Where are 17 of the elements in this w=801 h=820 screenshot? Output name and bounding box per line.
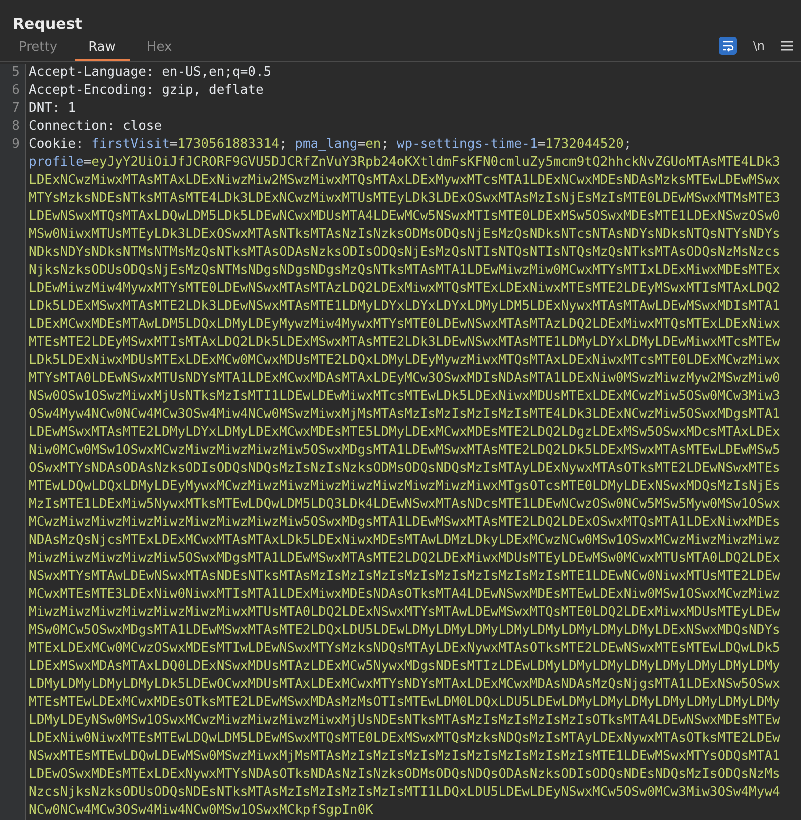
code-line: DNT: 1 bbox=[28, 100, 77, 118]
menu-icon[interactable] bbox=[781, 41, 793, 51]
tab[interactable]: Pretty bbox=[5, 37, 72, 61]
code-line: Cookie: firstVisit=1730561883314; pma_lang=en; wp-settings-time-1=1732044520; profile=eyJyY2UiOiJfJCRORF9GVU5DJCRfZnVuY3Rpb24oKXtldmFsKFN0cmluZy5mcm9tQ2hhckNvZGUoMTAsMTE4LDk3LDExNCwzMiwxMTAsMTAxLDExNiwzMiw2MSwzMiwxMTQsMTAxLDExMywxMTcsMTA1LDExNCwxMDEsNDAsMzksMTEwLDEwMSwxMTYsMzksNDEsNTksMTAsMTE4LDk3LDExNCwzMiwxMTUsMTEyLDk3LDExOSwxMTAsMzIsNjEsMzIsMTE0LDEwMSwxMTMsMTE3LDEwNSwxMTQsMTAxLDQwLDM5LDk5LDEwNCwxMDUsMTA4LDEwMCw5NSwxMTIsMTE0LDExMSw5OSwxMDEsMTE1LDExNSwzOSw0MSw0NiwxMTUsMTEyLDk3LDExOSwxMTAsNTksMTAsNzIsNzksODMsODQsNjEsMzQsNDksNTcsNTAsNDYsNDksNTQsNTYsNDYsNDksNDYsNDksNTMsNTMsMzQsNTksMTAsODAsNzksODIsODQsNjEsMzQsNTIsNTQsNTIsNTQsMzQsNTksMTAsODQsNzMsNzcsNjksNzksODUsODQsNjEsMzQsNTMsNDgsNDgsNDgsMzQsNTksMTAsMTA1LDEwMiwzMiw0MCwxMTYsMTIxLDExMiwxMDEsMTExLDEwMiwzMiw4MywxMTYsMTE0LDEwNSwxMTAsMTAzLDQ2LDExMiwxMTQsMTExLDExNiwxMTEsMTE2LDEyMSwxMTIsMTAxLDQ2LDk5LDExMSwxMTAsMTE2LDk3LDEwNSwxMTAsMTE1LDMyLDYxLDYxLDYxLDMyLDM5LDExNywxMTAsMTAwLDEwMSwxMDIsMTA1LDExMCwxMDEsMTAwLDM5LDQxLDMyLDEyMywzMiw4MywxMTYsMTE0LDEwNSwxMTAsMTAzLDQ2LDExMiwxMTQsMTExLDExNiwxMTEsMTE2LDEyMSwxMTIsMTAxLDQ2LDk5LDExMSwxMTAsMTE2LDk3LDEwNSwxMTAsMTE1LDMyLDYxLDMyLDEwMiwxMTcsMTEwLDk5LDExNiwxMDUsMTExLDExMCw0MCwxMDUsMTE2LDQxLDMyLDEyMywzMiwxMTQsMTAxLDExNiwxMTcsMTE0LDExMCwzMiwxMTYsMTA0LDEwNSwxMTUsNDYsMTA1LDExMCwxMDAsMTAxLDEyMCw3OSwxMDIsNDAsMTA1LDExNiw0MSwzMiwzMyw2MSwzMiw0NSw0OSw1OSwzMiwxMjUsNTksMzIsMTI1LDEwLDEwMiwxMTcsMTEwLDk5LDExNiwxMDUsMTExLDExMCwzMiw5OSw0MCw3Miw3OSw4Myw4NCw0NCw4MCw3OSw4Miw4NCw0MSwzMiwxMjMsMTAsMzIsMzIsMzIsMzIsMTE4LDk3LDExNCwzMiw5OSwxMDgsMTA1LDEwMSwxMTAsMTE2LDMyLDYxLDMyLDExMCwxMDEsMTE5LDMyLDExMCwxMDEsMTE2LDQ2LDgzLDExMSw5OSwxMDcsMTAxLDExNiw0MCw0MSw1OSwxMCwzMiwzMiwzMiwzMiw5OSwxMDgsMTA1LDEwMSwxMTAsMTE2LDQ2LDk5LDExMSwxMTAsMTEwLDEwMSw5OSwxMTYsNDAsODAsNzksODIsODQsNDQsMzIsNzIsNzksODMsODQsNDQsMzIsMTAyLDExNywxMTAsOTksMTE2LDEwNSwxMTEsMTEwLDQwLDQxLDMyLDEyMywxMCwzMiwzMiwzMiwzMiwzMiwzMiwzMiwzMiwxMTgsOTcsMTE0LDMyLDExNSwxMDQsMzIsNjEsMzIsMTE1LDExMiw5NywxMTksMTEwLDQwLDM5LDQ3LDk4LDEwNSwxMTAsNDcsMTE1LDEwNCwzOSw0NCw5MSw5Myw0MSw1OSwxMCwzMiwzMiwzMiwzMiwzMiwzMiwzMiwzMiw5OSwxMDgsMTA1LDEwMSwxMTAsMTE2LDQ2LDExOSwxMTQsMTA1LDExNiwxMDEsNDAsMzQsNjcsMTExLDExMCwxMTAsMTAxLDk5LDExNiwxMDEsMTAwLDMzLDkyLDExMCwzNCw0MSw1OSwxMCwzMiwzMiwzMiwzMiwzMiwzMiwzMiwzMiw5OSwxMDgsMTA1LDEwMSwxMTAsMTE2LDQ2LDExMiwxMDUsMTEyLDEwMSw0MCwxMTUsMTA0LDQ2LDExNSwxMTYsMTAwLDEwNSwxMTAsNDEsNTksMTAsMzIsMzIsMzIsMzIsMzIsMzIsMzIsMzIsMTE1LDEwNCw0NiwxMTUsMTE2LDEwMCwxMTEsMTE3LDExNiw0NiwxMTIsMTA1LDExMiwxMDEsNDAsOTksMTA4LDEwNSwxMDEsMTEwLDExNiw0MSw1OSwxMCwzMiwzMiwzMiwzMiwzMiwzMiwzMiwzMiwxMTUsMTA0LDQ2LDExNSwxMTYsMTAwLDEwMSwxMTQsMTE0LDQ2LDExMiwxMDUsMTEyLDEwMSw0MCw5OSwxMDgsMTA1LDEwMSwxMTAsMTE2LDQxLDU5LDEwLDMyLDMyLDMyLDMyLDMyLDMyLDMyLDMyLDExNSwxMDQsNDYsMTExLDExMCw0MCwzOSwxMDEsMTIwLDEwNSwxMTYsMzksNDQsMTAyLDExNywxMTAsOTksMTE2LDEwNSwxMTEsMTEwLDQwLDk5LDExMSwxMDAsMTAxLDQ0LDExNSwxMDUsMTAzLDExMCw5NywxMDgsNDEsMTIzLDEwLDMyLDMyLDMyLDMyLDMyLDMyLDMyLDMyLDMyLDMyLDMyLDMyLDk5LDEwOCwxMDUsMTAxLDExMCwxMTYsNDYsMTAxLDExMCwxMDAsNDAsMzQsNjgsMTA1LDExNSw5OSwxMTEsMTEwLDExMCwxMDEsOTksMTE2LDEwMSwxMDAsMzMsOTIsMTEwLDM0LDQxLDU5LDEwLDMyLDMyLDMyLDMyLDMyLDMyLDMyLDMyLDEyNSw0MSw1OSwxMCwzMiwzMiwzMiwzMiwxMjUsNDEsNTksMTAsMzIsMzIsMzIsMzIsOTksMTA4LDEwNSwxMDEsMTEwLDExNiw0NiwxMTEsMTEwLDQwLDM5LDEwMSwxMTQsMTE0LDExMSwxMTQsMzksNDQsMzIsMTAyLDExNywxMTAsOTksMTE2LDEwNSwxMTEsMTEwLDQwLDEwMSw0MSwzMiwxMjMsMTAsMzIsMzIsMzIsMzIsMzIsMzIsMzIsMzIsMTE1LDEwMSwxMTYsODQsMTA1LDEwOSwxMDEsMTExLDExNywxMTYsNDAsOTksNDAsNzIsNzksODMsODQsNDQsODAsNzksODIsODQsNDEsNDQsMzIsODQsNzMsNzcsNjksNzksODUsODQsNDEsNTksMTAsMzIsMzIsMzIsMzIsMTI1LDQxLDU5LDEwLDEyNSwxMCw5OSw0MCw3Miw3OSw4Myw4NCw0NCw4MCw3OSw4Miw4NCw0MSw1OSwxMCkpfSgpIn0K bbox=[28, 136, 782, 820]
line-number: 6 bbox=[12, 83, 20, 98]
tab[interactable]: Raw bbox=[74, 37, 130, 61]
newline-toggle[interactable]: \n bbox=[747, 39, 771, 53]
tab[interactable]: Hex bbox=[132, 37, 186, 61]
line-number: 5 bbox=[12, 65, 20, 80]
wrap-lines-icon[interactable] bbox=[719, 37, 738, 55]
code-line: Accept-Language: en-US,en;q=0.5 bbox=[28, 64, 273, 82]
line-number: 7 bbox=[12, 101, 20, 116]
panel-title: Request bbox=[12, 14, 84, 35]
code-line: Accept-Encoding: gzip, deflate bbox=[28, 82, 265, 100]
line-number: 8 bbox=[12, 119, 20, 134]
code-line: Connection: close bbox=[28, 118, 164, 136]
line-number: 9 bbox=[12, 137, 20, 152]
